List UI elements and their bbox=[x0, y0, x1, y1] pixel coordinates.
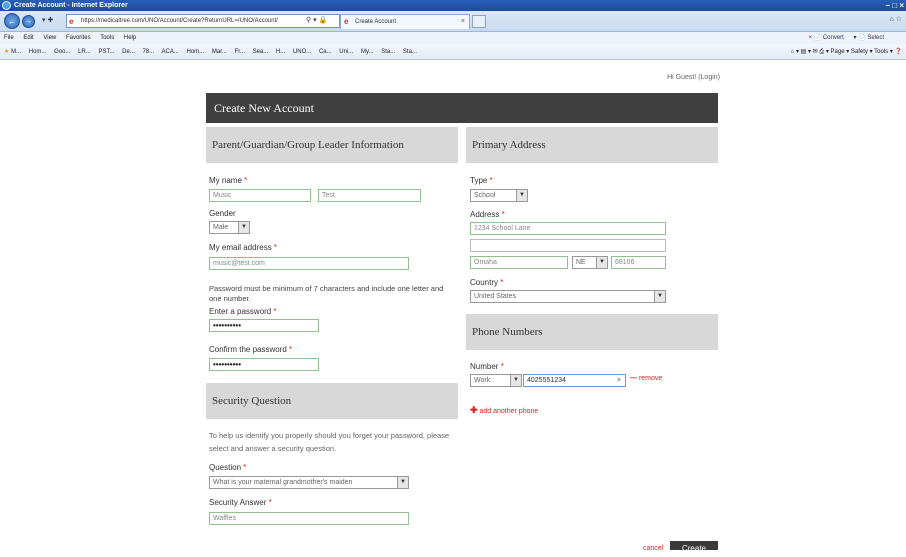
fav-item[interactable]: Ca... bbox=[319, 49, 332, 55]
add-phone-link[interactable]: ✚ add another phone bbox=[470, 405, 538, 416]
command-bar[interactable]: ⌂ ▾ ▤ ▾ ✉ ⎙ ▾ Page ▾ Safety ▾ Tools ▾ ❓ bbox=[790, 44, 902, 59]
back-icon[interactable]: ← bbox=[4, 13, 20, 29]
menu-edit[interactable]: Edit bbox=[23, 35, 33, 41]
convert-toolbar[interactable]: × 📄 Convert ▾ 📄 Select bbox=[809, 32, 893, 44]
gender-select[interactable]: Male ▼ bbox=[209, 221, 250, 234]
page-content: Hi Guest! (Login) Create New Account Par… bbox=[0, 60, 906, 553]
window-controls[interactable]: – □ × bbox=[886, 0, 904, 11]
phone-number-label: Number * bbox=[470, 362, 504, 371]
security-answer-label: Security Answer * bbox=[209, 498, 272, 507]
fav-item[interactable]: De... bbox=[122, 49, 135, 55]
fav-item[interactable]: 78... bbox=[142, 49, 154, 55]
fav-item[interactable]: LR... bbox=[78, 49, 91, 55]
password-input[interactable]: •••••••••• bbox=[209, 319, 319, 332]
site-icon: e bbox=[69, 17, 74, 26]
email-label: My email address * bbox=[209, 243, 278, 252]
fav-item[interactable]: Sta... bbox=[381, 49, 395, 55]
address-line1-input[interactable]: 1234 School Lane bbox=[470, 222, 666, 235]
clear-icon[interactable]: × bbox=[617, 375, 621, 386]
url-field[interactable]: e https://medicaltree.com/UNO/Account/Cr… bbox=[66, 14, 340, 28]
country-label: Country * bbox=[470, 278, 504, 287]
fav-item[interactable]: Fr... bbox=[235, 49, 245, 55]
name-label: My name * bbox=[209, 176, 248, 185]
country-select[interactable]: United States ▼ bbox=[470, 290, 666, 303]
security-help-text: To help us identify you properly should … bbox=[209, 431, 450, 453]
security-question-select[interactable]: What is your maternal grandmother's maid… bbox=[209, 476, 409, 489]
close-tab-icon[interactable]: × bbox=[461, 15, 465, 29]
first-name-input[interactable]: Music bbox=[209, 189, 311, 202]
fav-item[interactable]: Goo... bbox=[54, 49, 70, 55]
cancel-link[interactable]: cancel bbox=[643, 545, 663, 552]
fav-item[interactable]: My... bbox=[361, 49, 374, 55]
tab-ie-icon: e bbox=[344, 17, 349, 26]
address-type-label: Type * bbox=[470, 176, 493, 185]
password-rule: Password must be minimum of 7 characters… bbox=[209, 284, 444, 303]
state-select[interactable]: NE ▼ bbox=[572, 256, 608, 269]
fav-item[interactable]: ACA... bbox=[162, 49, 179, 55]
chevron-down-icon: ▼ bbox=[516, 190, 527, 201]
question-label: Question * bbox=[209, 463, 247, 472]
phone-section-heading: Phone Numbers bbox=[466, 314, 718, 350]
chevron-down-icon: ▼ bbox=[654, 291, 665, 302]
fav-item[interactable]: Uni... bbox=[339, 49, 353, 55]
zip-input[interactable]: 68106 bbox=[611, 256, 666, 269]
fav-item[interactable]: M... bbox=[11, 49, 21, 55]
address-line2-input[interactable] bbox=[470, 239, 666, 252]
page-title: Create New Account bbox=[206, 93, 718, 123]
phone-number-input[interactable]: 4025551234 × bbox=[523, 374, 626, 387]
greeting: Hi Guest! (Login) bbox=[667, 74, 720, 81]
new-tab-button[interactable] bbox=[472, 15, 486, 28]
home-icon[interactable]: ⌂ ☆ bbox=[890, 15, 902, 23]
chevron-down-icon: ▼ bbox=[510, 375, 521, 386]
fav-item[interactable]: Mar... bbox=[212, 49, 227, 55]
address-bar: ← → ▾ ✚ e https://medicaltree.com/UNO/Ac… bbox=[0, 11, 906, 32]
window-titlebar: Create Account - Internet Explorer – □ × bbox=[0, 0, 906, 11]
fav-item[interactable]: PST... bbox=[98, 49, 114, 55]
fav-item[interactable]: Sea... bbox=[253, 49, 269, 55]
security-section-heading: Security Question bbox=[206, 383, 458, 419]
search-icon[interactable]: ⚲ ▾ 🔒 bbox=[306, 16, 327, 24]
favorites-bar: ★ M... Hom... Goo... LR... PST... De... … bbox=[0, 44, 906, 60]
chevron-down-icon: ▼ bbox=[238, 222, 249, 233]
window-title: Create Account - Internet Explorer bbox=[14, 2, 128, 9]
tab-create-account[interactable]: e Create Account × bbox=[340, 14, 470, 29]
address-type-select[interactable]: School ▼ bbox=[470, 189, 528, 202]
guardian-section-heading: Parent/Guardian/Group Leader Information bbox=[206, 127, 458, 163]
menu-tools[interactable]: Tools bbox=[100, 35, 114, 41]
chevron-down-icon: ▼ bbox=[397, 477, 408, 488]
confirm-password-label: Confirm the password * bbox=[209, 345, 293, 354]
menu-favorites[interactable]: Favorites bbox=[66, 35, 91, 41]
fav-item[interactable]: Sta... bbox=[403, 49, 417, 55]
fav-item[interactable]: Hom... bbox=[29, 49, 47, 55]
dropdown-icon[interactable]: ▾ ✚ bbox=[42, 16, 53, 24]
chevron-down-icon: ▼ bbox=[596, 257, 607, 268]
remove-phone-link[interactable]: — remove bbox=[630, 375, 662, 382]
password-label: Enter a password * bbox=[209, 307, 277, 316]
address-section-heading: Primary Address bbox=[466, 127, 718, 163]
login-link[interactable]: (Login) bbox=[698, 74, 720, 81]
fav-item[interactable]: Hom... bbox=[187, 49, 205, 55]
fav-item[interactable]: UNO... bbox=[293, 49, 311, 55]
address-label: Address * bbox=[470, 210, 505, 219]
phone-type-select[interactable]: Work ▼ bbox=[470, 374, 522, 387]
menu-file[interactable]: File bbox=[4, 35, 14, 41]
fav-item[interactable]: H... bbox=[276, 49, 285, 55]
menu-help[interactable]: Help bbox=[124, 35, 136, 41]
ie-icon bbox=[2, 1, 11, 10]
email-input[interactable]: music@test.com bbox=[209, 257, 409, 270]
plus-icon: ✚ bbox=[470, 405, 478, 415]
gender-label: Gender bbox=[209, 209, 236, 218]
create-button[interactable]: Create bbox=[670, 541, 718, 553]
menu-bar: File Edit View Favorites Tools Help × 📄 … bbox=[0, 32, 906, 44]
menu-view[interactable]: View bbox=[43, 35, 56, 41]
confirm-password-input[interactable]: •••••••••• bbox=[209, 358, 319, 371]
last-name-input[interactable]: Test bbox=[318, 189, 421, 202]
security-answer-input[interactable]: Waffles bbox=[209, 512, 409, 525]
forward-icon[interactable]: → bbox=[22, 15, 35, 28]
city-input[interactable]: Omaha bbox=[470, 256, 568, 269]
minus-icon: — bbox=[630, 375, 637, 382]
favorites-star-icon[interactable]: ★ bbox=[4, 49, 9, 55]
